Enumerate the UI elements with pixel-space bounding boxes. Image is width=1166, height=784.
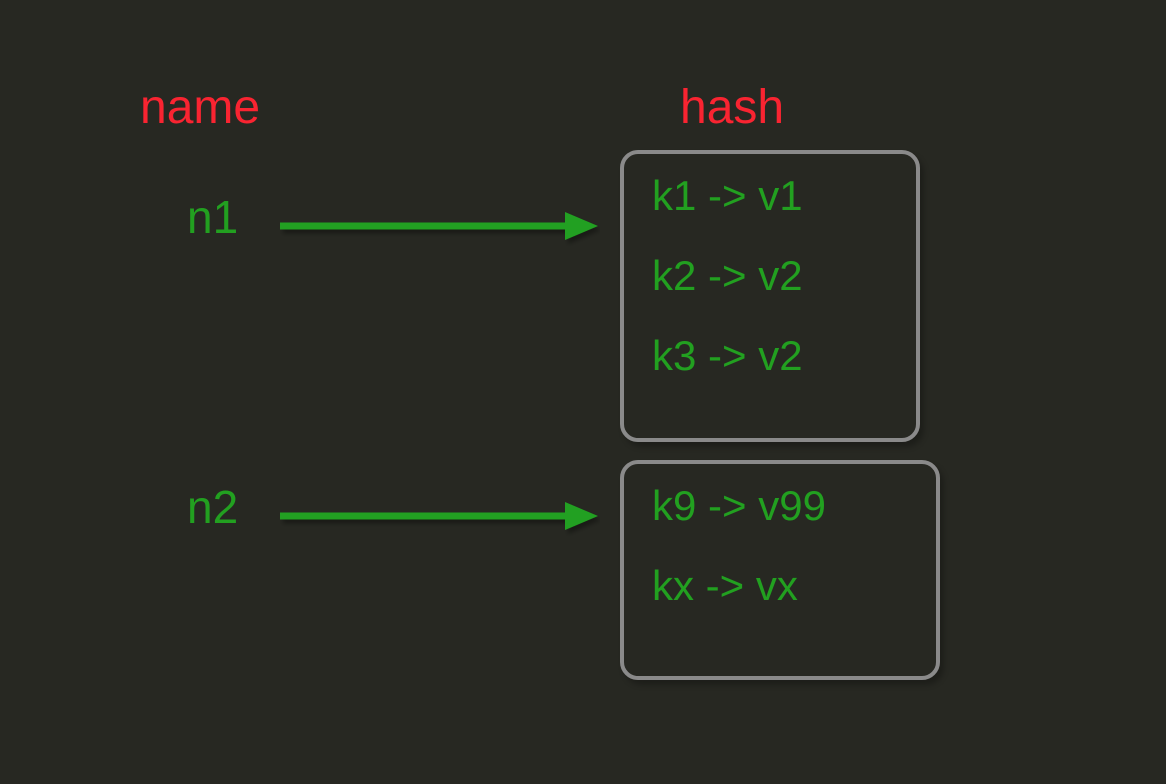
hash-entry: k9 -> v99 (652, 482, 908, 530)
hash-entry: k1 -> v1 (652, 172, 888, 220)
name-n2-label: n2 (187, 480, 238, 534)
name-n1-label: n1 (187, 190, 238, 244)
header-name-column: name (140, 80, 260, 135)
hash-box-2: k9 -> v99 kx -> vx (620, 460, 940, 680)
hash-box-1: k1 -> v1 k2 -> v2 k3 -> v2 (620, 150, 920, 442)
arrow-icon (280, 500, 600, 545)
hash-entry: kx -> vx (652, 562, 908, 610)
hash-entry: k2 -> v2 (652, 252, 888, 300)
hash-entry: k3 -> v2 (652, 332, 888, 380)
arrow-icon (280, 210, 600, 255)
header-hash-column: hash (680, 80, 784, 135)
